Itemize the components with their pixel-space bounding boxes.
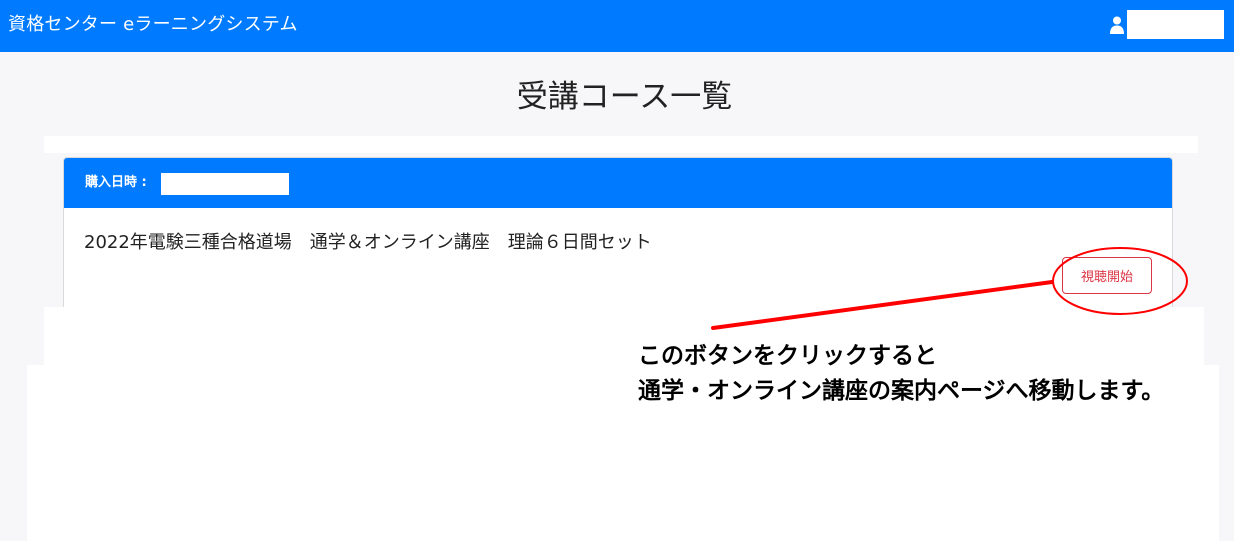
annotation-callout: このボタンをクリックすると 通学・オンライン講座の案内ページへ移動します。 [638, 338, 1164, 408]
highlight-ellipse [1052, 247, 1188, 315]
annotation-line-2: 通学・オンライン講座の案内ページへ移動します。 [638, 377, 1165, 404]
annotation-arrow-line [711, 280, 1054, 330]
annotation-overlay [711, 247, 1188, 330]
annotation-line-1: このボタンをクリックすると [638, 342, 937, 369]
